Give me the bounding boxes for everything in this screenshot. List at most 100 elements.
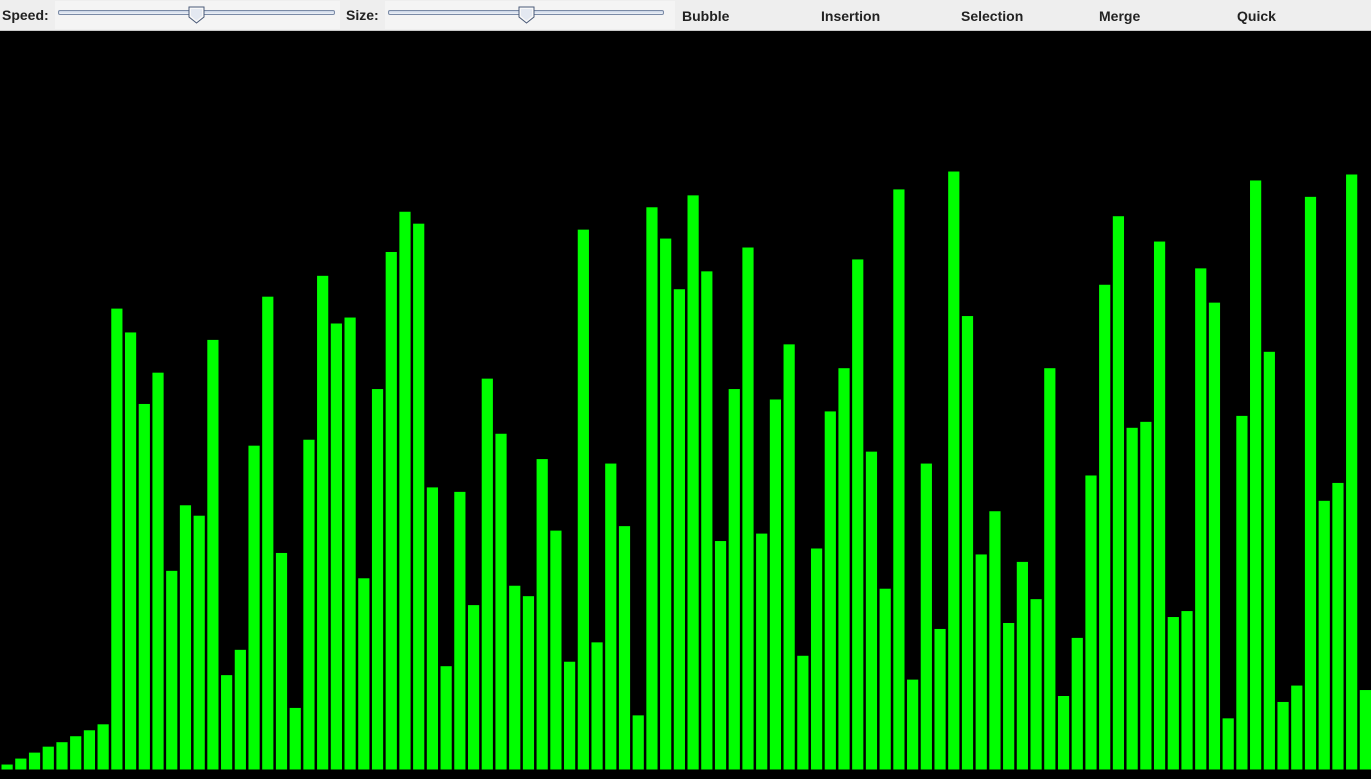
bar (1125, 426, 1139, 771)
bar (302, 438, 316, 771)
bar (535, 458, 549, 771)
bar (521, 595, 536, 771)
size-label: Size: (346, 7, 379, 23)
bar (631, 714, 645, 771)
bar (55, 741, 69, 771)
bar (686, 194, 700, 771)
bar-chart (0, 170, 1371, 771)
bar (288, 706, 302, 771)
bar (425, 486, 440, 771)
bar (82, 729, 97, 771)
bar (672, 288, 686, 771)
bar (453, 490, 467, 771)
bar (851, 258, 865, 771)
bar (1043, 367, 1057, 771)
bar (1056, 695, 1071, 771)
bar (576, 228, 590, 771)
bar (809, 547, 824, 771)
bar (27, 751, 42, 771)
bar (151, 371, 165, 771)
bar (1358, 689, 1371, 771)
bar (1070, 636, 1084, 771)
selection-sort-button[interactable]: Selection (961, 0, 1081, 31)
speed-slider-thumb[interactable] (188, 6, 205, 24)
bar (316, 274, 330, 771)
bar (960, 315, 975, 771)
bar (494, 432, 508, 771)
quick-sort-button[interactable]: Quick (1237, 0, 1357, 31)
speed-slider[interactable] (55, 1, 340, 29)
bar (988, 510, 1002, 771)
bar (274, 551, 289, 771)
bar (1235, 414, 1249, 771)
insertion-sort-button[interactable]: Insertion (821, 0, 941, 31)
bar (480, 377, 494, 771)
bar (357, 577, 371, 771)
bar (549, 529, 563, 771)
bar (1249, 179, 1263, 771)
bar (796, 654, 810, 771)
bar (0, 763, 14, 771)
bar (933, 627, 947, 771)
bar (755, 532, 769, 771)
bar (439, 665, 453, 771)
size-slider-thumb[interactable] (518, 6, 535, 24)
bar (617, 525, 632, 771)
bar (782, 343, 796, 771)
bar (1303, 195, 1318, 771)
bar (906, 678, 920, 771)
bar (1029, 598, 1043, 771)
bar (864, 450, 879, 771)
bar (14, 757, 28, 771)
bar (69, 735, 83, 771)
bar (1317, 499, 1331, 771)
bar (192, 514, 206, 771)
bar (1152, 240, 1167, 771)
bar (645, 206, 659, 771)
bar (878, 587, 892, 771)
speed-label: Speed: (2, 7, 49, 23)
bar (206, 338, 220, 771)
bar (41, 745, 55, 771)
bar (384, 250, 398, 771)
bar (1015, 560, 1029, 771)
bar (892, 188, 906, 771)
bar (1262, 350, 1276, 771)
bar (590, 641, 604, 771)
bar (1084, 474, 1098, 771)
bar (1194, 267, 1208, 771)
bar (343, 316, 357, 771)
bar (604, 462, 618, 771)
bubble-sort-button[interactable]: Bubble (682, 0, 802, 31)
bar (947, 170, 961, 771)
bar (508, 584, 522, 771)
bar (1111, 215, 1126, 771)
size-slider[interactable] (385, 1, 675, 29)
bar (1331, 481, 1345, 771)
bar (823, 410, 837, 771)
bar (178, 504, 193, 771)
bar (398, 210, 412, 771)
bar (261, 295, 275, 771)
bar (1345, 173, 1359, 771)
bar (659, 237, 673, 771)
bar (370, 388, 385, 771)
merge-sort-button[interactable]: Merge (1099, 0, 1219, 31)
bar (563, 660, 577, 771)
bar (919, 462, 933, 771)
bar (741, 246, 755, 771)
bar (1166, 616, 1180, 771)
bar (412, 222, 426, 771)
bar (96, 723, 110, 771)
bar (329, 322, 343, 771)
bar (1290, 684, 1304, 771)
bar (1276, 700, 1290, 771)
bar (713, 540, 728, 771)
bar (700, 270, 714, 771)
bar (1139, 420, 1153, 771)
toolbar: Speed: Size: Bubble Insertion Selection … (0, 0, 1371, 31)
sort-visualization-canvas (0, 31, 1371, 774)
bar (1098, 283, 1112, 771)
bar (233, 648, 247, 771)
bar (137, 402, 151, 771)
